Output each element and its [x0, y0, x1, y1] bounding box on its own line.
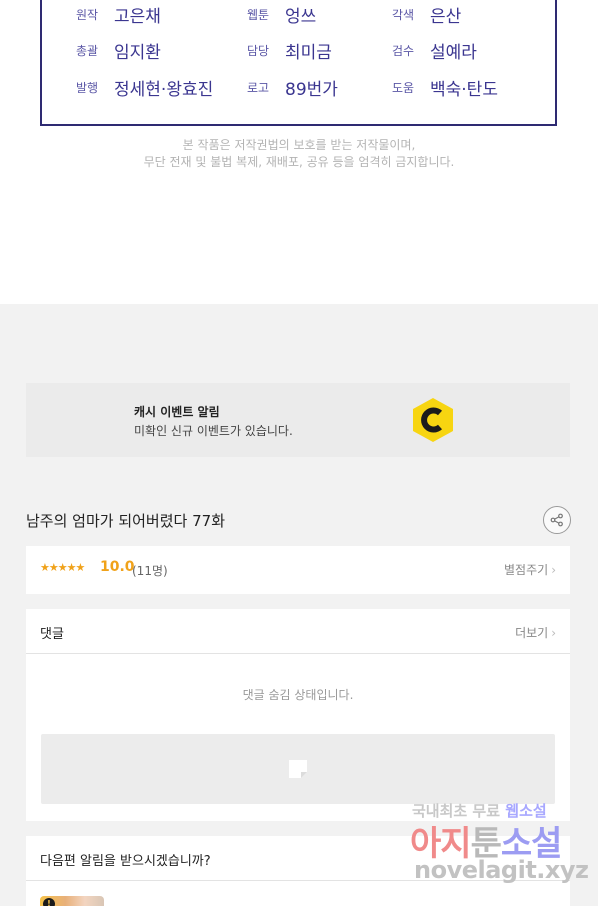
credit-item: 도움 백숙·탄도 [392, 73, 498, 101]
chevron-right-icon: › [551, 626, 556, 640]
rating-stars: ★★★★★ [40, 561, 85, 574]
credit-role: 웹툰 [247, 7, 270, 22]
banner-subtitle: 미확인 신규 이벤트가 있습니다. [134, 424, 293, 438]
credit-name: 고은채 [114, 6, 161, 27]
credit-role: 검수 [392, 43, 415, 58]
share-icon [550, 513, 563, 527]
credit-role: 발행 [76, 80, 99, 95]
next-episode-thumbnail[interactable]: ! [40, 896, 104, 906]
comments-more-label: 더보기 [515, 626, 549, 640]
credit-role: 원작 [76, 7, 99, 22]
comments-header: 댓글 더보기 › [26, 609, 570, 654]
credit-item: 웹툰 엉쓰 [247, 0, 316, 28]
credit-role: 각색 [392, 7, 415, 22]
credits-row-3: 발행 정세현·왕효진 로고 89번가 도움 백숙·탄도 [42, 73, 555, 101]
credits-section: 원작 고은채 웹툰 엉쓰 각색 은산 총괄 임지환 담당 최미금 검수 설예라 … [0, 0, 598, 304]
next-episode-question: 다음편 알림을 받으시겠습니까? [40, 854, 211, 869]
rating-card: ★★★★★ 10.0 (11명) 별점주기 › [26, 546, 570, 594]
credit-item: 각색 은산 [392, 0, 461, 28]
banner-title: 캐시 이벤트 알림 [134, 405, 220, 419]
copyright-notice: 본 작품은 저작권법의 보호를 받는 저작물이며, 무단 전재 및 불법 복제,… [0, 137, 598, 171]
episode-title: 남주의 엄마가 되어버렸다 77화 [26, 512, 225, 530]
credit-name: 설예라 [430, 42, 477, 63]
rating-count: (11명) [132, 564, 168, 578]
credit-name: 최미금 [285, 42, 332, 63]
credits-box: 원작 고은채 웹툰 엉쓰 각색 은산 총괄 임지환 담당 최미금 검수 설예라 … [40, 0, 557, 126]
credit-item: 원작 고은채 [76, 0, 161, 28]
credit-name: 백숙·탄도 [430, 79, 498, 100]
credits-row-1: 원작 고은채 웹툰 엉쓰 각색 은산 [42, 0, 555, 28]
credit-role: 도움 [392, 80, 415, 95]
credit-name: 89번가 [285, 79, 338, 100]
rate-button-label: 별점주기 [504, 563, 549, 577]
credit-item: 검수 설예라 [392, 36, 477, 64]
sticker-icon[interactable] [287, 758, 309, 780]
credit-item: 로고 89번가 [247, 73, 338, 101]
credits-row-2: 총괄 임지환 담당 최미금 검수 설예라 [42, 36, 555, 64]
credit-role: 총괄 [76, 43, 99, 58]
credit-name: 임지환 [114, 42, 161, 63]
rate-button[interactable]: 별점주기 › [504, 561, 556, 578]
comments-more-button[interactable]: 더보기 › [515, 624, 556, 641]
copyright-notice-line1: 본 작품은 저작권법의 보호를 받는 저작물이며, [182, 138, 416, 152]
chevron-right-icon: › [551, 563, 556, 577]
credit-role: 담당 [247, 43, 270, 58]
credit-role: 로고 [247, 80, 270, 95]
comments-hidden-message: 댓글 숨김 상태입니다. [242, 688, 354, 702]
comment-input-area[interactable] [41, 734, 555, 804]
watermark-url: novelagit.xyz [414, 856, 589, 884]
site-watermark: 국내최초 무료 웹소설 아지툰소설 novelagit.xyz [408, 800, 598, 890]
credit-item: 총괄 임지환 [76, 36, 161, 64]
cash-c-icon [413, 398, 453, 442]
credit-name: 엉쓰 [285, 6, 317, 27]
alert-badge-icon: ! [43, 898, 55, 906]
credit-name: 은산 [430, 6, 462, 27]
share-button[interactable] [543, 506, 571, 534]
cash-event-banner[interactable]: 캐시 이벤트 알림 미확인 신규 이벤트가 있습니다. [26, 383, 570, 457]
copyright-notice-line2: 무단 전재 및 불법 복제, 재배포, 공유 등을 엄격히 금지합니다. [143, 155, 455, 169]
comments-title: 댓글 [40, 627, 64, 642]
credit-name: 정세현·왕효진 [114, 79, 214, 100]
credit-item: 발행 정세현·왕효진 [76, 73, 213, 101]
credit-item: 담당 최미금 [247, 36, 332, 64]
rating-score: 10.0 [100, 559, 135, 575]
comments-card: 댓글 더보기 › 댓글 숨김 상태입니다. [26, 609, 570, 821]
